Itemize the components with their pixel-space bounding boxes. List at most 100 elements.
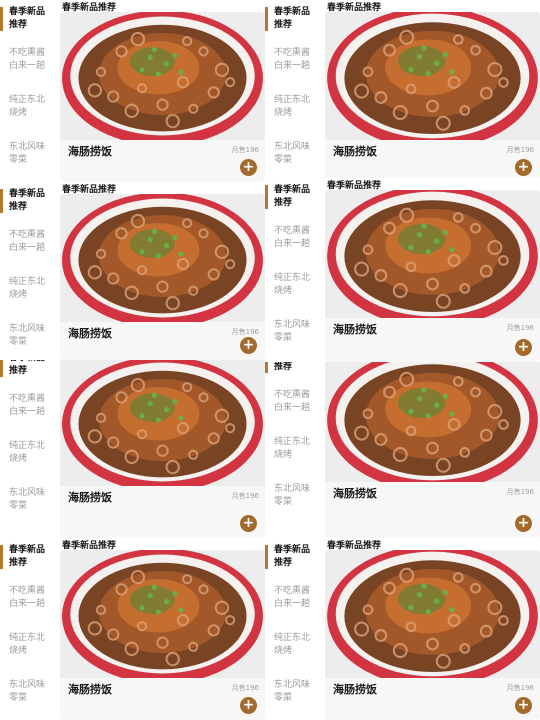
plus-icon[interactable]: + [515, 159, 532, 176]
product-list: 春季新品推荐海肠捞饭月售196+ [325, 178, 540, 362]
monthly-sales: 月售196 [231, 328, 259, 336]
plus-icon[interactable]: + [240, 515, 257, 532]
sidebar-category-2[interactable]: 纯正东北烧烤 [9, 632, 52, 658]
product-image[interactable] [325, 12, 540, 140]
active-category-indicator [0, 7, 3, 31]
active-category-indicator [0, 189, 3, 213]
product-image[interactable] [60, 194, 265, 322]
dish-photo [60, 360, 265, 486]
category-sidebar: 春季新品推荐不吃熏酱白来一趟纯正东北烧烤东北风味零菜 [265, 178, 321, 362]
sidebar-category-2[interactable]: 纯正东北烧烤 [274, 632, 317, 658]
product-card[interactable]: 海肠捞饭 月售196 + [325, 190, 540, 362]
sidebar-category-3[interactable]: 东北风味零菜 [274, 679, 317, 705]
sidebar-category-0[interactable]: 春季新品推荐 [9, 360, 52, 378]
sidebar-category-3[interactable]: 东北风味零菜 [9, 679, 52, 705]
menu-screenshot-tile: 春季新品推荐不吃熏酱白来一趟纯正东北烧烤东北风味零菜春季新品推荐海肠捞饭 月售19… [0, 360, 265, 538]
category-sidebar: 春季新品推荐不吃熏酱白来一趟纯正东北烧烤东北风味零菜 [0, 182, 56, 360]
sidebar-category-1[interactable]: 不吃熏酱白来一趟 [274, 389, 317, 415]
product-image[interactable] [60, 360, 265, 486]
product-name: 海肠捞饭 [68, 145, 112, 158]
dish-photo [325, 12, 540, 140]
sidebar-category-1[interactable]: 不吃熏酱白来一趟 [9, 585, 52, 611]
sidebar-category-0[interactable]: 春季新品推荐 [274, 544, 317, 570]
monthly-sales: 月售196 [506, 684, 534, 692]
menu-screenshot-tile: 春季新品推荐不吃熏酱白来一趟纯正东北烧烤东北风味零菜春季新品推荐海肠捞饭 月售19… [0, 0, 265, 182]
sidebar-category-2[interactable]: 纯正东北烧烤 [9, 440, 52, 466]
sidebar-category-3[interactable]: 东北风味零菜 [274, 141, 317, 167]
product-list: 春季新品推荐海肠捞饭月售196+ [60, 0, 265, 182]
product-image[interactable] [325, 190, 540, 318]
menu-screenshot-tile: 春季新品推荐不吃熏酱白来一趟纯正东北烧烤东北风味零菜春季新品推荐海肠捞饭 月售19… [0, 538, 265, 720]
product-list: 春季新品推荐海肠捞饭月售196+ [325, 362, 540, 538]
sidebar-category-2[interactable]: 纯正东北烧烤 [9, 94, 52, 120]
sidebar-category-0[interactable]: 春季新品推荐 [274, 362, 317, 374]
sidebar-category-0[interactable]: 春季新品推荐 [274, 6, 317, 32]
plus-icon[interactable]: + [240, 337, 257, 354]
sidebar-category-0[interactable]: 春季新品推荐 [9, 6, 52, 32]
category-sidebar: 春季新品推荐不吃熏酱白来一趟纯正东北烧烤东北风味零菜 [265, 362, 321, 538]
sidebar-category-2[interactable]: 纯正东北烧烤 [274, 272, 317, 298]
sidebar-category-2[interactable]: 纯正东北烧烤 [274, 436, 317, 462]
product-card[interactable]: 海肠捞饭 月售196 + [60, 550, 265, 720]
active-category-indicator [265, 545, 268, 569]
dish-photo [325, 190, 540, 318]
product-image[interactable] [325, 362, 540, 482]
dish-photo [60, 194, 265, 322]
monthly-sales: 月售196 [231, 492, 259, 500]
dish-photo [60, 550, 265, 678]
sidebar-category-3[interactable]: 东北风味零菜 [9, 141, 52, 167]
product-card[interactable]: 海肠捞饭 月售196 + [325, 550, 540, 720]
dish-photo [325, 362, 540, 482]
sidebar-category-3[interactable]: 东北风味零菜 [9, 487, 52, 513]
sidebar-category-2[interactable]: 纯正东北烧烤 [274, 94, 317, 120]
product-list: 春季新品推荐海肠捞饭月售196+ [325, 538, 540, 720]
sidebar-category-0[interactable]: 春季新品推荐 [9, 188, 52, 214]
plus-icon[interactable]: + [515, 697, 532, 714]
sidebar-category-1[interactable]: 不吃熏酱白来一趟 [9, 393, 52, 419]
dish-photo [325, 550, 540, 678]
dish-photo [60, 12, 265, 140]
category-sidebar: 春季新品推荐不吃熏酱白来一趟纯正东北烧烤东北风味零菜 [0, 360, 56, 538]
menu-screenshot-tile: 春季新品推荐不吃熏酱白来一趟纯正东北烧烤东北风味零菜春季新品推荐海肠捞饭 月售19… [265, 362, 540, 538]
product-name: 海肠捞饭 [333, 145, 377, 158]
product-name: 海肠捞饭 [333, 323, 377, 336]
plus-icon[interactable]: + [515, 339, 532, 356]
product-list: 春季新品推荐海肠捞饭月售196+ [60, 538, 265, 720]
product-card[interactable]: 海肠捞饭 月售196 + [60, 194, 265, 360]
sidebar-category-3[interactable]: 东北风味零菜 [274, 483, 317, 509]
active-category-indicator [0, 545, 3, 569]
product-name: 海肠捞饭 [333, 487, 377, 500]
product-name: 海肠捞饭 [68, 327, 112, 340]
plus-icon[interactable]: + [515, 515, 532, 532]
plus-icon[interactable]: + [240, 159, 257, 176]
product-list: 春季新品推荐海肠捞饭月售196+ [60, 182, 265, 360]
product-image[interactable] [60, 12, 265, 140]
product-image[interactable] [60, 550, 265, 678]
monthly-sales: 月售196 [231, 146, 259, 154]
plus-icon[interactable]: + [240, 697, 257, 714]
monthly-sales: 月售196 [506, 146, 534, 154]
sidebar-category-1[interactable]: 不吃熏酱白来一趟 [274, 585, 317, 611]
product-list: 春季新品推荐海肠捞饭月售196+ [60, 360, 265, 538]
sidebar-category-0[interactable]: 春季新品推荐 [274, 184, 317, 210]
active-category-indicator [265, 7, 268, 31]
sidebar-category-2[interactable]: 纯正东北烧烤 [9, 276, 52, 302]
product-card[interactable]: 海肠捞饭 月售196 + [60, 360, 265, 538]
sidebar-category-3[interactable]: 东北风味零菜 [9, 323, 52, 349]
product-image[interactable] [325, 550, 540, 678]
sidebar-category-1[interactable]: 不吃熏酱白来一趟 [274, 47, 317, 73]
monthly-sales: 月售196 [506, 324, 534, 332]
product-card[interactable]: 海肠捞饭 月售196 + [60, 12, 265, 182]
product-name: 海肠捞饭 [68, 683, 112, 696]
sidebar-category-1[interactable]: 不吃熏酱白来一趟 [9, 47, 52, 73]
menu-screenshot-tile: 春季新品推荐不吃熏酱白来一趟纯正东北烧烤东北风味零菜春季新品推荐海肠捞饭 月售19… [265, 538, 540, 720]
sidebar-category-0[interactable]: 春季新品推荐 [9, 544, 52, 570]
sidebar-category-1[interactable]: 不吃熏酱白来一趟 [274, 225, 317, 251]
category-sidebar: 春季新品推荐不吃熏酱白来一趟纯正东北烧烤东北风味零菜 [0, 0, 56, 182]
sidebar-category-1[interactable]: 不吃熏酱白来一趟 [9, 229, 52, 255]
product-name: 海肠捞饭 [68, 491, 112, 504]
product-card[interactable]: 海肠捞饭 月售196 + [325, 362, 540, 538]
menu-screenshot-tile: 春季新品推荐不吃熏酱白来一趟纯正东北烧烤东北风味零菜春季新品推荐海肠捞饭 月售19… [265, 0, 540, 182]
product-card[interactable]: 海肠捞饭 月售196 + [325, 12, 540, 182]
sidebar-category-3[interactable]: 东北风味零菜 [274, 319, 317, 345]
